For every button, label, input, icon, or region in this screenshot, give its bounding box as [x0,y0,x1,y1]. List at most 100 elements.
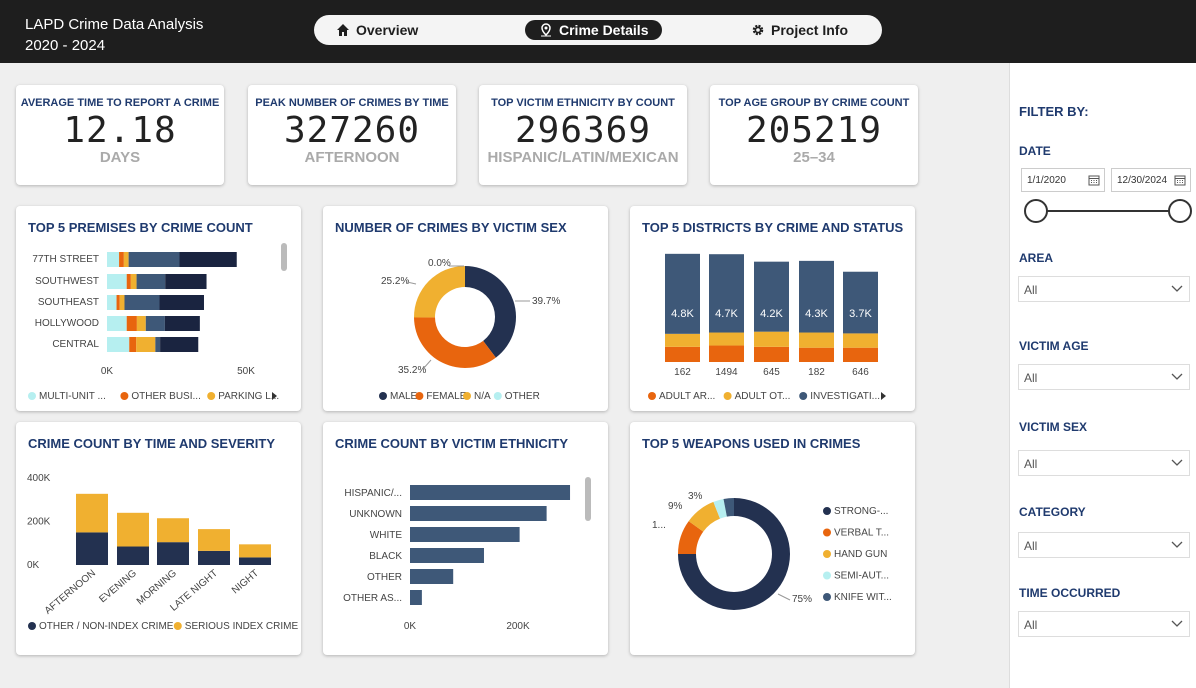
kpi-title: PEAK NUMBER OF CRIMES BY TIME [255,97,449,109]
victim-sex-chart-card: NUMBER OF CRIMES BY VICTIM SEX 0.0% 25.2%… [323,206,608,411]
legend-label: OTHER / NON-INDEX CRIME [39,621,174,632]
slider-handle-end[interactable] [1168,199,1192,223]
calendar-icon[interactable] [1088,174,1100,186]
chevron-down-icon [1171,541,1183,548]
calendar-icon[interactable] [1174,174,1186,186]
premises-chart-card: TOP 5 PREMISES BY CRIME COUNT 77TH STREE… [16,206,301,411]
bar-segment [754,261,789,332]
category-label: 1494 [715,367,738,378]
bar [410,506,547,521]
districts-chart: 4.8K 162 4.7K 1494 4.2K 645 4.3K 182 3.7K 646 ADUL… [648,253,886,402]
category-label: 645 [763,367,780,378]
tab-overview[interactable]: Overview [336,20,418,40]
tab-crime-details[interactable]: Crime Details [525,20,663,40]
bar-segment [128,252,180,267]
kpi-title: TOP VICTIM ETHNICITY BY COUNT [491,97,675,109]
bar-segment [799,260,834,333]
chevron-down-icon [1171,459,1183,466]
area-dropdown-value: All [1024,283,1038,297]
legend-label: MALE [390,391,418,402]
legend-marker [207,392,216,400]
date-filter-label: DATE [1019,144,1051,158]
category-label: AFTERNOON [43,568,98,617]
legend-label: ADULT OT... [735,391,791,402]
legend-marker [823,593,831,601]
weapons-chart: 3% 9%1... 75% STRONG-... VERBAL T... HAND GUN… [652,491,892,610]
legend-label: OTHER [505,391,540,402]
legend-marker [823,550,831,558]
bar-segment [107,274,127,289]
data-label: 1... [652,520,666,531]
y-tick-label: 0K [27,560,40,571]
kpi-title: TOP AGE GROUP BY CRIME COUNT [718,97,910,109]
bar-segment [129,337,137,352]
bar-segment [136,337,156,352]
bar-segment [107,295,117,310]
victim-sex-dropdown[interactable]: All [1018,450,1190,476]
time-severity-chart-card: CRIME COUNT BY TIME AND SEVERITY 0K 200K 4… [16,422,301,655]
weapons-chart-card: TOP 5 WEAPONS USED IN CRIMES 3% 9% 1... 75%… [630,422,915,655]
victim-sex-chart: 0.0% 25.2% 35.2% 39.7% MALE FEMALE N/A OTHER [379,258,560,402]
kpi-title: AVERAGE TIME TO REPORT A CRIME [20,97,220,109]
category-dropdown[interactable]: All [1018,532,1190,558]
kpi-top-ethnicity: TOP VICTIM ETHNICITY BY COUNT 296369 HIS… [479,85,687,185]
category-label: 77TH STREET [32,254,99,265]
date-start-input[interactable]: 1/1/2020 [1021,168,1105,192]
bar-segment [709,345,744,362]
category-label: OTHER [367,572,402,583]
data-label: 4.7K [715,308,738,320]
premises-chart: 77TH STREET SOUTHWEST SOUTHEAST HOLLYWOOD CE… [28,243,287,402]
nav-bar: Overview Crime Details Project Info [314,15,882,45]
date-range-slider[interactable] [1020,196,1196,226]
victim-age-dropdown[interactable]: All [1018,364,1190,390]
legend-marker [823,571,831,580]
slider-handle-start[interactable] [1024,199,1048,223]
bar-segment [119,252,124,267]
bar-segment [665,333,700,347]
ethnicity-chart-card: CRIME COUNT BY VICTIM ETHNICITY HISPANIC… [323,422,608,655]
donut-slice [465,266,516,358]
category-label: UNKNOWN [349,509,402,520]
top-header: LAPD Crime Data Analysis 2020 - 2024 Ove… [0,0,1196,63]
legend-marker [379,392,387,400]
bar-segment [107,337,130,352]
victim-age-dropdown-value: All [1024,371,1038,385]
area-dropdown[interactable]: All [1018,276,1190,302]
app-title: LAPD Crime Data Analysis 2020 - 2024 [25,14,203,56]
time-occurred-filter-label: TIME OCCURRED [1019,586,1121,600]
bar [410,527,520,542]
x-tick-label: 0K [101,366,114,377]
bar-segment [754,346,789,362]
app-title-line1: LAPD Crime Data Analysis [25,16,204,33]
category-label: BLACK [369,551,402,562]
time-severity-chart: 0K200K400KAFTERNOON EVENINGMORNINGLATE NI… [27,473,299,632]
bar-segment [843,271,878,334]
date-start-value: 1/1/2020 [1027,175,1066,186]
bar-segment [155,337,161,352]
legend-marker [823,507,831,515]
bar-segment [159,295,204,310]
date-end-input[interactable]: 12/30/2024 [1111,168,1191,192]
districts-chart-card: TOP 5 DISTRICTS BY CRIME AND STATUS 4.8K… [630,206,915,411]
tab-project-info[interactable]: Project Info [751,20,848,40]
time-occurred-dropdown[interactable]: All [1018,611,1190,637]
bar-segment [239,557,271,565]
category-label: 646 [852,367,869,378]
category-label: SOUTHWEST [35,276,99,287]
kpi-value: 327260 [283,110,421,151]
tab-crime-details-label: Crime Details [559,22,649,38]
data-label: 4.8K [671,308,694,320]
legend-label: FEMALE [426,391,466,402]
bar-segment [107,252,120,267]
bar-segment [126,274,131,289]
tab-project-info-label: Project Info [771,22,849,38]
bar-segment [119,295,125,310]
kpi-value: 205219 [745,110,883,151]
victim-sex-dropdown-value: All [1024,457,1038,471]
kpi-avg-report-time: AVERAGE TIME TO REPORT A CRIME 12.18 DAY… [16,85,224,185]
legend-label: SERIOUS INDEX CRIME [185,621,299,632]
kpi-value: 296369 [514,110,652,151]
bar-segment [198,529,230,551]
victim-age-filter-label: VICTIM AGE [1019,339,1089,353]
category-label: HISPANIC/... [344,488,402,499]
